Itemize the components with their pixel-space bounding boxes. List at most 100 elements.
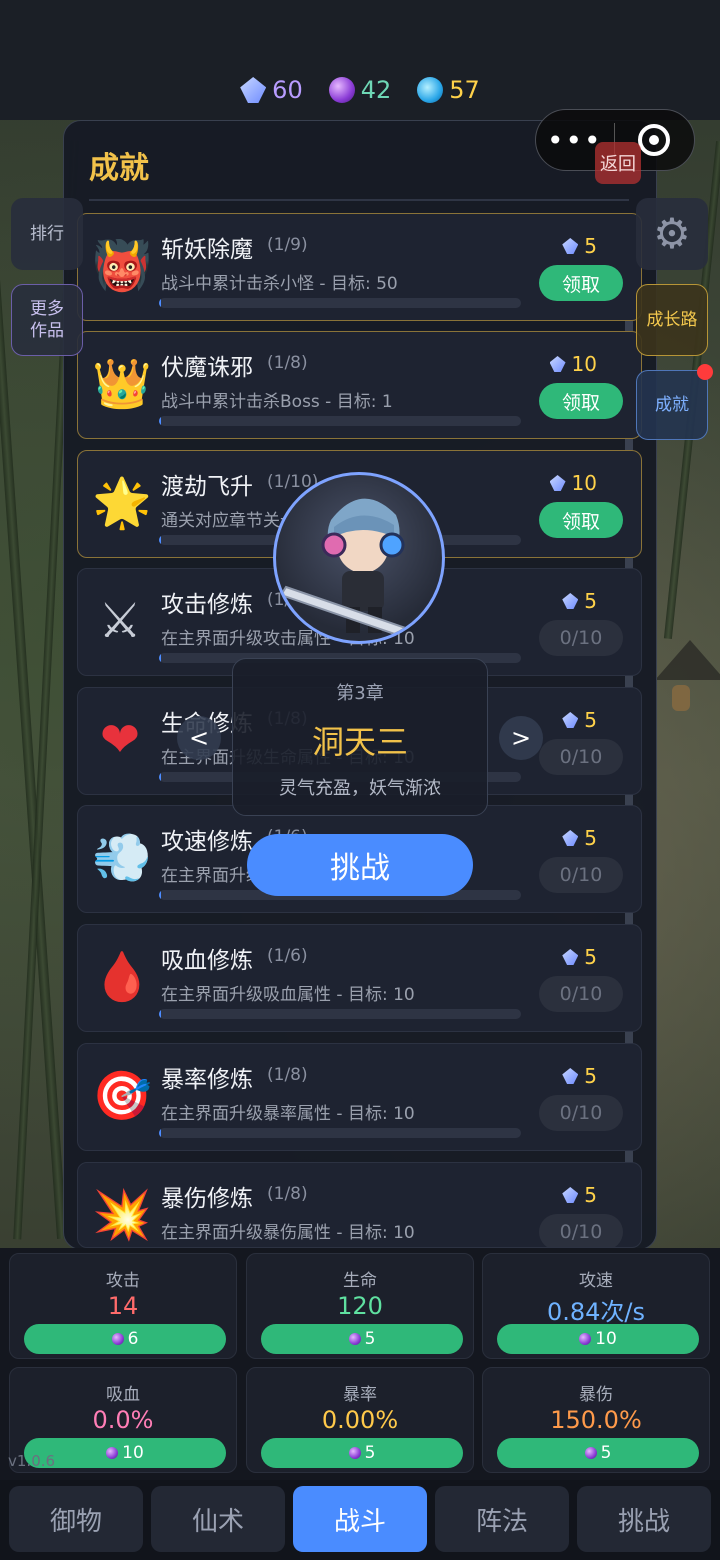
reward: 5: [562, 234, 597, 258]
tab-0[interactable]: 御物: [9, 1486, 143, 1552]
stat-value: 120: [337, 1292, 383, 1320]
progress-fill: [159, 1009, 161, 1019]
reward: 5: [562, 708, 597, 732]
achievement-progress: (1/6): [267, 946, 308, 966]
tab-4[interactable]: 挑战: [577, 1486, 711, 1552]
achievement-card: 🩸 吸血修炼 (1/6) 在主界面升级吸血属性 - 目标: 10 5 0/10: [77, 924, 642, 1032]
prev-chapter-button[interactable]: <: [177, 716, 221, 760]
achievement-progress: (1/8): [267, 353, 308, 373]
currency-crystal: 60: [240, 76, 303, 104]
chevron-right-icon: >: [510, 724, 532, 752]
explosion-icon: 💥: [92, 1187, 152, 1243]
rank-button[interactable]: 排行: [11, 198, 83, 270]
reward: 10: [549, 471, 597, 495]
currency-bar: 60 42 57: [0, 76, 720, 104]
next-chapter-button[interactable]: >: [499, 716, 543, 760]
stat-card: 暴伤 150.0% 5: [482, 1367, 710, 1473]
achievement-description: 战斗中累计击杀Boss - 目标: 1: [161, 392, 393, 412]
progress-counter: 0/10: [539, 620, 623, 656]
crystal-icon: [562, 949, 579, 965]
claim-button[interactable]: 领取: [539, 502, 623, 538]
upgrade-button[interactable]: 5: [497, 1438, 699, 1468]
upgrade-cost: 5: [364, 1329, 376, 1349]
reward-amount: 10: [571, 352, 597, 376]
crystal-icon: [562, 712, 579, 728]
achievement-progress: (1/8): [267, 1184, 308, 1204]
achievement-progress-bar: [159, 416, 521, 426]
purple-orb-icon: [348, 1333, 361, 1345]
crystal-icon: [549, 475, 566, 491]
currency-gem: 57: [417, 76, 480, 104]
stat-label: 暴伤: [579, 1385, 613, 1405]
achievement-card: 👑 伏魔诛邪 (1/8) 战斗中累计击杀Boss - 目标: 1 10 领取: [77, 331, 642, 439]
upgrade-button[interactable]: 10: [497, 1324, 699, 1354]
tab-2[interactable]: 战斗: [293, 1486, 427, 1552]
target-icon: [638, 124, 671, 156]
achievement-name: 吸血修炼: [161, 948, 253, 974]
pagoda-roof: [655, 640, 720, 680]
tab-3[interactable]: 阵法: [435, 1486, 569, 1552]
crystal-icon: [240, 77, 267, 103]
stat-label: 攻击: [106, 1271, 140, 1291]
currency-orb: 42: [328, 76, 391, 104]
reward-amount: 5: [584, 589, 597, 613]
stat-value: 14: [107, 1292, 139, 1320]
achievement-name: 渡劫飞升: [161, 474, 253, 500]
achievement-progress-bar: [159, 1009, 521, 1019]
crown-icon: 👑: [92, 356, 152, 412]
version-label: v1.0.6: [8, 1452, 56, 1470]
target-icon: 🎯: [92, 1068, 152, 1124]
challenge-button[interactable]: 挑战: [247, 834, 473, 896]
crystal-icon: [562, 1068, 579, 1084]
reward-amount: 10: [571, 471, 597, 495]
panel-title: 成就: [89, 151, 149, 186]
claim-button[interactable]: 领取: [539, 265, 623, 301]
achievement-button[interactable]: 成就: [636, 370, 708, 440]
currency-gem-value: 57: [449, 76, 480, 104]
progress-counter: 0/10: [539, 857, 623, 893]
upgrade-button[interactable]: 5: [261, 1324, 463, 1354]
claim-button[interactable]: 领取: [539, 383, 623, 419]
purple-orb-icon: [106, 1447, 119, 1459]
wind-icon: 💨: [92, 830, 152, 886]
settings-button[interactable]: ⚙: [636, 198, 708, 270]
stat-label: 暴率: [343, 1385, 377, 1405]
growth-path-button[interactable]: 成长路: [636, 284, 708, 356]
progress-fill: [159, 416, 161, 426]
achievement-name: 伏魔诛邪: [161, 355, 253, 381]
purple-orb-icon: [348, 1447, 361, 1459]
character-avatar[interactable]: [273, 472, 445, 644]
star-icon: 🌟: [92, 475, 152, 531]
progress-counter: 0/10: [539, 976, 623, 1012]
stats-panel: 攻击 14 6 生命 120 5 攻速 0.84次/s 10 吸血 0.0% 1…: [0, 1248, 720, 1480]
stat-value: 0.84次/s: [546, 1298, 646, 1326]
purple-orb-icon: [579, 1333, 592, 1345]
more-works-button[interactable]: 更多作品: [11, 284, 83, 356]
reward-amount: 5: [584, 1183, 597, 1207]
back-button[interactable]: 返回: [595, 142, 641, 184]
progress-counter: 0/10: [539, 1095, 623, 1131]
stat-label: 攻速: [579, 1271, 613, 1291]
reward: 5: [562, 945, 597, 969]
stat-card: 攻速 0.84次/s 10: [482, 1253, 710, 1359]
reward: 10: [549, 352, 597, 376]
stat-card: 暴率 0.00% 5: [246, 1367, 474, 1473]
upgrade-button[interactable]: 5: [261, 1438, 463, 1468]
upgrade-cost: 10: [122, 1443, 144, 1463]
progress-fill: [159, 653, 161, 663]
stat-card: 生命 120 5: [246, 1253, 474, 1359]
character-sprite: [279, 498, 428, 641]
progress-counter: 0/10: [539, 739, 623, 775]
achievement-description: 战斗中累计击杀小怪 - 目标: 50: [161, 274, 398, 294]
reward: 5: [562, 1064, 597, 1088]
tab-1[interactable]: 仙术: [151, 1486, 285, 1552]
upgrade-button[interactable]: 6: [24, 1324, 226, 1354]
purple-orb-icon: [584, 1447, 597, 1459]
more-works-label: 更多作品: [30, 299, 64, 341]
heart-icon: ❤: [99, 712, 141, 768]
stat-value: 0.00%: [321, 1406, 399, 1434]
upgrade-cost: 10: [595, 1329, 617, 1349]
progress-fill: [159, 772, 161, 782]
achievement-description: 在主界面升级暴伤属性 - 目标: 10: [161, 1223, 415, 1243]
progress-fill: [159, 890, 161, 900]
